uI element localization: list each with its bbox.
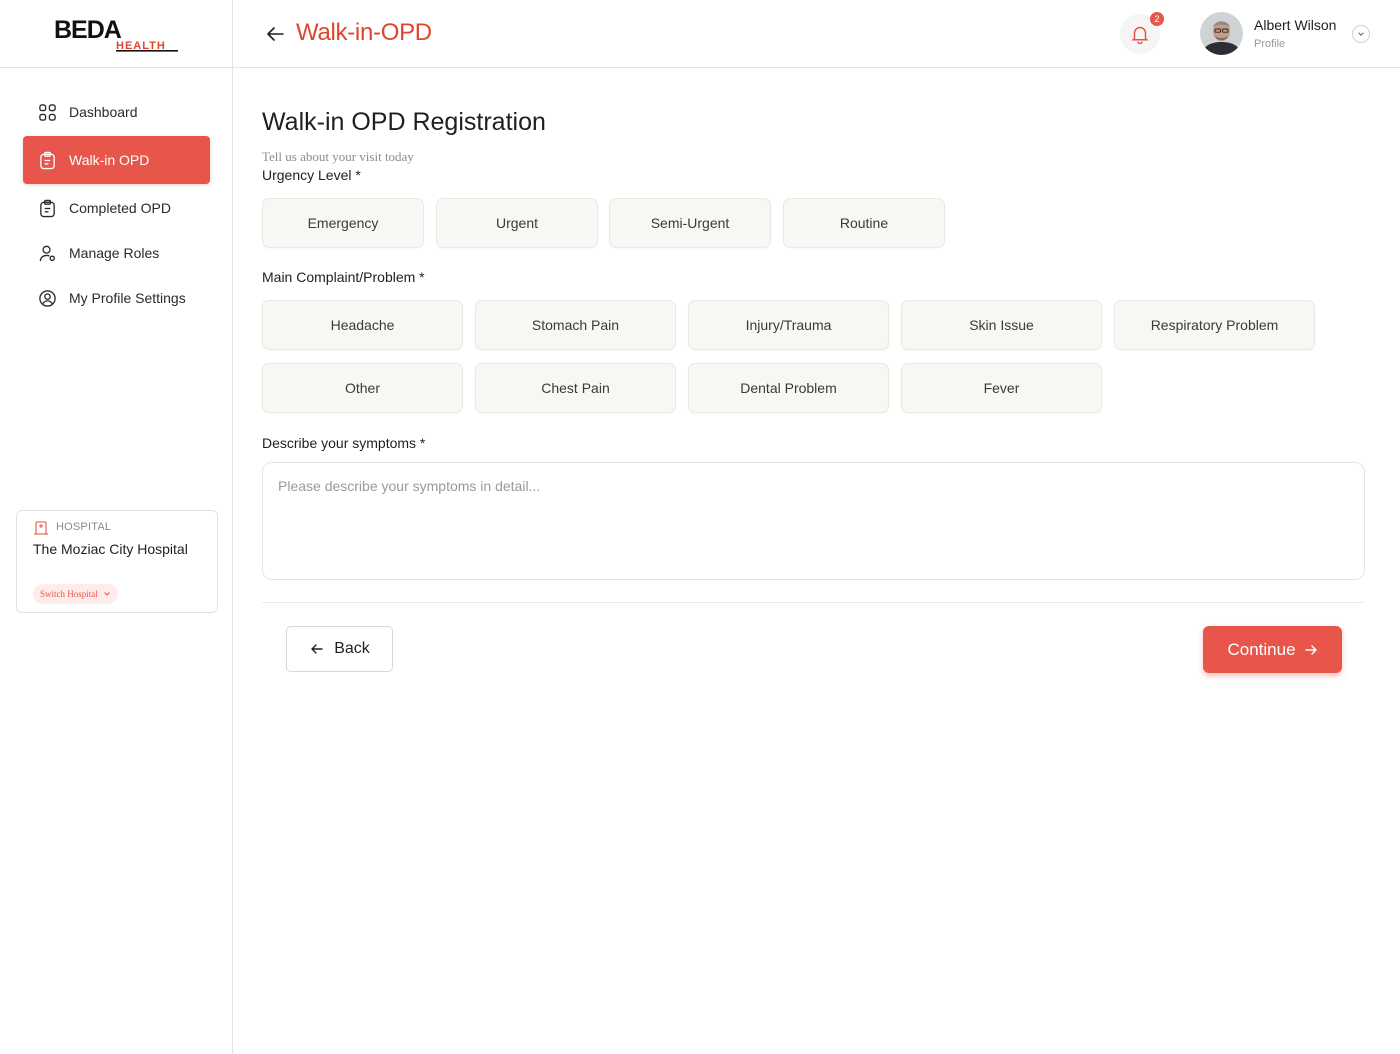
beda-health-logo[interactable]: BEDA HEALTH [54,16,180,52]
urgency-option-routine[interactable]: Routine [783,198,945,248]
sidebar-item-label: Completed OPD [69,200,171,216]
back-button-label: Back [334,640,370,657]
complaint-option-stomach-pain[interactable]: Stomach Pain [475,300,676,350]
user-menu-button[interactable] [1352,25,1370,43]
arrow-right-icon [1304,644,1317,655]
sidebar-item-my-profile-settings[interactable]: My Profile Settings [23,274,210,322]
user-role: Profile [1254,38,1286,50]
form-divider [262,602,1365,603]
sidebar-item-label: My Profile Settings [69,290,186,306]
urgency-label: Urgency Level * [262,167,361,183]
sidebar: BEDA HEALTH Dashboard Walk-in OPD Comple… [0,0,233,1054]
clipboard-icon [40,151,55,169]
complaint-option-fever[interactable]: Fever [901,363,1102,413]
sidebar-item-label: Walk-in OPD [69,152,150,168]
urgency-option-semi-urgent[interactable]: Semi-Urgent [609,198,771,248]
chevron-down-icon [1358,32,1364,36]
complaint-option-respiratory-problem[interactable]: Respiratory Problem [1114,300,1315,350]
arrow-left-icon [311,644,323,654]
switch-hospital-label: Switch Hospital [40,589,98,599]
complaint-option-headache[interactable]: Headache [262,300,463,350]
sidebar-item-walk-in-opd[interactable]: Walk-in OPD [23,136,210,184]
form-subtitle: Tell us about your visit today [262,149,414,164]
sidebar-item-completed-opd[interactable]: Completed OPD [23,184,210,232]
user-gear-icon [39,245,56,261]
hospital-tag-label: HOSPITAL [56,521,112,533]
symptoms-textarea[interactable] [262,462,1365,580]
sidebar-item-dashboard[interactable]: Dashboard [23,88,210,136]
complaint-option-chest-pain[interactable]: Chest Pain [475,363,676,413]
sidebar-item-label: Dashboard [69,104,138,120]
hospital-card: HOSPITAL The Moziac City Hospital Switch… [16,510,218,613]
urgency-option-urgent[interactable]: Urgent [436,198,598,248]
continue-button-label: Continue [1227,639,1296,659]
notification-badge: 2 [1150,12,1164,26]
back-arrow-icon[interactable] [263,22,287,46]
urgency-option-emergency[interactable]: Emergency [262,198,424,248]
sidebar-item-label: Manage Roles [69,245,160,261]
chevron-down-icon [103,592,110,596]
user-name: Albert Wilson [1254,17,1337,33]
clipboard-check-icon [40,199,55,217]
user-circle-icon [39,289,56,307]
user-avatar-image [1200,12,1243,55]
hospital-tag: HOSPITAL [33,519,111,535]
hospital-name: The Moziac City Hospital [33,541,188,557]
top-bar: Walk-in-OPD 2 Albert Wilson Profile [233,0,1400,68]
bell-icon [1131,26,1149,44]
sidebar-header-divider [0,67,233,68]
page-title: Walk-in-OPD [296,19,432,46]
logo-main-text: BEDA [54,18,122,44]
complaint-label: Main Complaint/Problem * [262,269,425,285]
back-button[interactable]: Back [286,626,393,672]
continue-button[interactable]: Continue [1203,626,1342,673]
hospital-building-icon [34,521,48,535]
avatar[interactable] [1200,12,1243,55]
form-title: Walk-in OPD Registration [262,108,546,136]
complaint-option-other[interactable]: Other [262,363,463,413]
symptoms-label: Describe your symptoms * [262,435,426,451]
complaint-option-dental-problem[interactable]: Dental Problem [688,363,889,413]
grid-icon [39,103,56,121]
sidebar-item-manage-roles[interactable]: Manage Roles [23,229,210,277]
complaint-option-skin-issue[interactable]: Skin Issue [901,300,1102,350]
complaint-option-injury-trauma[interactable]: Injury/Trauma [688,300,889,350]
switch-hospital-button[interactable]: Switch Hospital [33,584,118,604]
